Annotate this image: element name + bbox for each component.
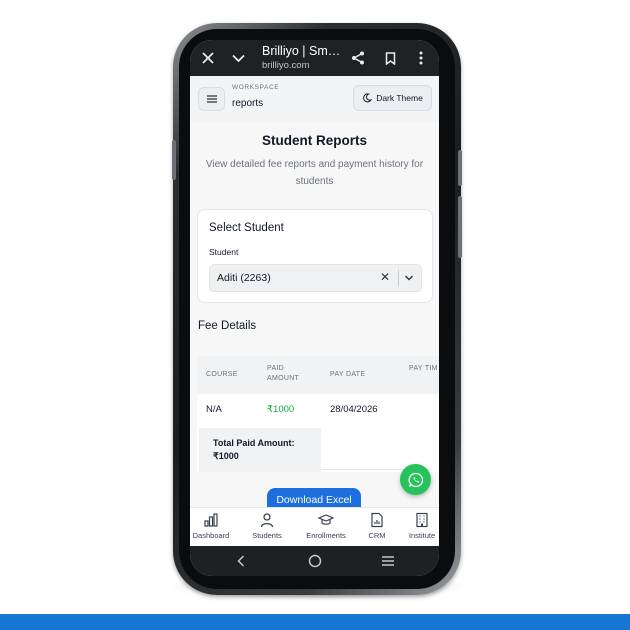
- browser-toolbar: Brilliyo | Sm… brilliyo.com: [190, 40, 439, 76]
- back-icon[interactable]: [232, 552, 250, 570]
- phone-screen: Brilliyo | Sm… brilliyo.com WORKSPACE re…: [190, 40, 439, 576]
- chevron-down-icon[interactable]: [228, 48, 248, 68]
- student-select-value: Aditi (2263): [217, 272, 271, 284]
- volume-up-button: [458, 150, 462, 186]
- hamburger-icon: [206, 95, 217, 103]
- column-header: PAID AMOUNT: [267, 365, 300, 382]
- dark-theme-button[interactable]: Dark Theme: [353, 85, 432, 111]
- system-navigation-bar: [190, 546, 439, 576]
- student-select[interactable]: Aditi (2263) ✕: [209, 264, 422, 292]
- fee-details-title: Fee Details: [198, 320, 257, 332]
- main-content: Student Reports View detailed fee report…: [190, 122, 439, 507]
- nav-item-institute[interactable]: Institute: [397, 512, 439, 540]
- nav-item-dashboard[interactable]: Dashboard: [190, 512, 236, 540]
- moon-icon: [363, 93, 373, 103]
- close-icon[interactable]: [198, 48, 218, 68]
- person-icon: [260, 513, 274, 528]
- workspace-label: WORKSPACE: [232, 84, 280, 91]
- cell-paid-amount: ₹1000: [267, 404, 295, 415]
- column-header: PAY TIM: [409, 365, 438, 372]
- workspace-value: reports: [232, 98, 264, 109]
- nav-label: Enrollments: [306, 531, 346, 540]
- whatsapp-button[interactable]: [400, 464, 431, 495]
- side-button: [172, 140, 176, 180]
- menu-button[interactable]: [198, 87, 225, 111]
- total-paid-value: ₹1000: [213, 451, 239, 461]
- whatsapp-icon: [408, 472, 423, 487]
- nav-label: Institute: [408, 531, 436, 540]
- select-separator: [398, 270, 399, 286]
- dark-theme-label: Dark Theme: [376, 93, 423, 103]
- total-paid-label: Total Paid Amount:: [213, 438, 295, 448]
- card-title: Select Student: [209, 222, 284, 234]
- nav-item-enrollments[interactable]: Enrollments: [301, 512, 351, 540]
- more-vert-icon[interactable]: [411, 48, 431, 68]
- chevron-down-icon[interactable]: [404, 270, 414, 289]
- nav-item-crm[interactable]: CRM: [352, 512, 402, 540]
- total-paid-text: Total Paid Amount: ₹1000: [213, 437, 313, 463]
- page-subtitle: View detailed fee reports and payment hi…: [205, 159, 424, 187]
- cell-course: N/A: [206, 404, 222, 415]
- table-header: COURSE PAID AMOUNT PAY DATE PAY TIM: [197, 356, 439, 394]
- app-header: WORKSPACE reports Dark Theme: [190, 76, 439, 123]
- clear-icon[interactable]: ✕: [380, 270, 390, 284]
- nav-label: CRM: [368, 531, 386, 540]
- page-title: Student Reports: [261, 133, 367, 148]
- power-button: [458, 196, 462, 258]
- bottom-navigation: Dashboard Students Enrollments CRM Insti…: [190, 507, 439, 547]
- chart-icon: [204, 513, 218, 527]
- document-chart-icon: [371, 512, 383, 528]
- cell-pay-date: 28/04/2026: [330, 404, 378, 415]
- total-paid-box: Total Paid Amount: ₹1000: [199, 428, 321, 472]
- nav-label: Dashboard: [192, 531, 230, 540]
- browser-page-title: Brilliyo | Sm…: [262, 44, 341, 58]
- building-icon: [416, 512, 428, 528]
- fee-table[interactable]: COURSE PAID AMOUNT PAY DATE PAY TIM N/A …: [197, 356, 439, 472]
- nav-label: Students: [252, 531, 282, 540]
- bookmark-icon[interactable]: [380, 48, 400, 68]
- share-icon[interactable]: [348, 48, 368, 68]
- student-field-label: Student: [209, 247, 239, 257]
- column-header: COURSE: [206, 371, 238, 378]
- browser-url[interactable]: brilliyo.com: [262, 60, 310, 71]
- column-header: PAY DATE: [330, 371, 366, 378]
- home-icon[interactable]: [306, 552, 324, 570]
- graduation-cap-icon: [318, 514, 334, 525]
- recents-icon[interactable]: [379, 552, 397, 570]
- bottom-blue-strip: [0, 614, 630, 630]
- select-student-card: Select Student Student Aditi (2263) ✕: [197, 209, 433, 303]
- nav-item-students[interactable]: Students: [242, 512, 292, 540]
